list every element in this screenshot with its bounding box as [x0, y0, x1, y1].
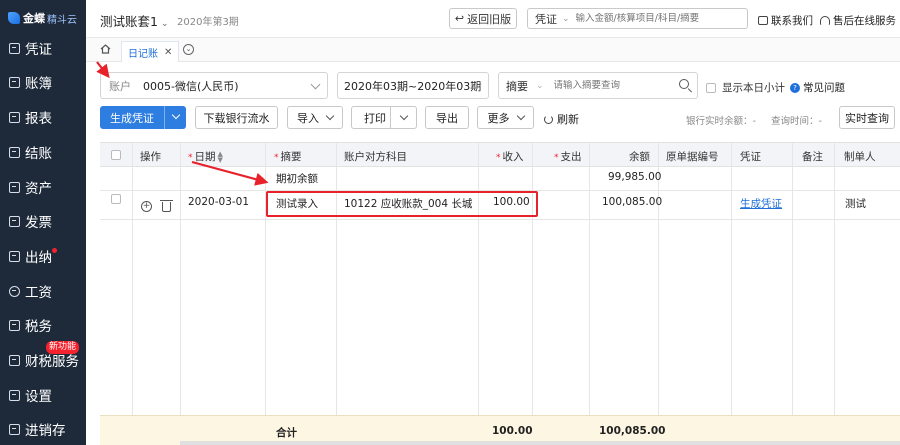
annotation-arrows: [96, 61, 269, 186]
horizontal-scrollbar[interactable]: [180, 441, 900, 445]
arrow-to-account: [96, 61, 110, 79]
arrow-to-row: [191, 160, 269, 186]
